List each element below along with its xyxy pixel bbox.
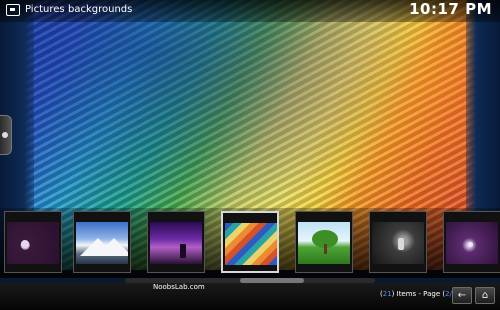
thumbnail-image [372,222,424,264]
thumbnail-purple-flower[interactable] [4,211,62,273]
item-count-value: 21 [382,290,392,298]
home-button[interactable]: ⌂ [475,287,495,304]
back-arrow-icon: ← [457,290,467,301]
thumbnail-image [298,222,350,264]
thumbnail-image [76,222,128,264]
thumbnail-violet-glow[interactable] [443,211,500,273]
thumbnail-violet-sunset[interactable] [147,211,205,273]
thumbnail-image [150,222,202,264]
top-bar: Pictures backgrounds 10:17 PM [0,0,500,22]
thumbnail-image [446,222,498,264]
breadcrumb-folder[interactable]: backgrounds [68,4,132,15]
side-menu-tab[interactable] [0,115,12,155]
breadcrumb-section[interactable]: Pictures [25,4,65,15]
items-page-label: Items - Page [396,290,441,298]
thumbnail-green-tree[interactable] [295,211,353,273]
item-count: (21) Items - Page (2/4) [380,290,459,298]
back-button[interactable]: ← [452,287,472,304]
thumbnail-dark-leaf[interactable] [369,211,427,273]
home-icon: ⌂ [481,290,489,301]
thumbnail-rainbow-knit[interactable] [221,211,279,273]
clock: 10:17 PM [409,0,492,18]
screen-icon [6,4,20,16]
media-center-screen: Pictures backgrounds 10:17 PM NoobsLab.c… [0,0,500,310]
thumbnail-snow-mountain[interactable] [73,211,131,273]
thumbnail-image [7,222,59,264]
thumbnail-image [225,223,277,265]
brand-label: NoobsLab.com [153,283,205,291]
